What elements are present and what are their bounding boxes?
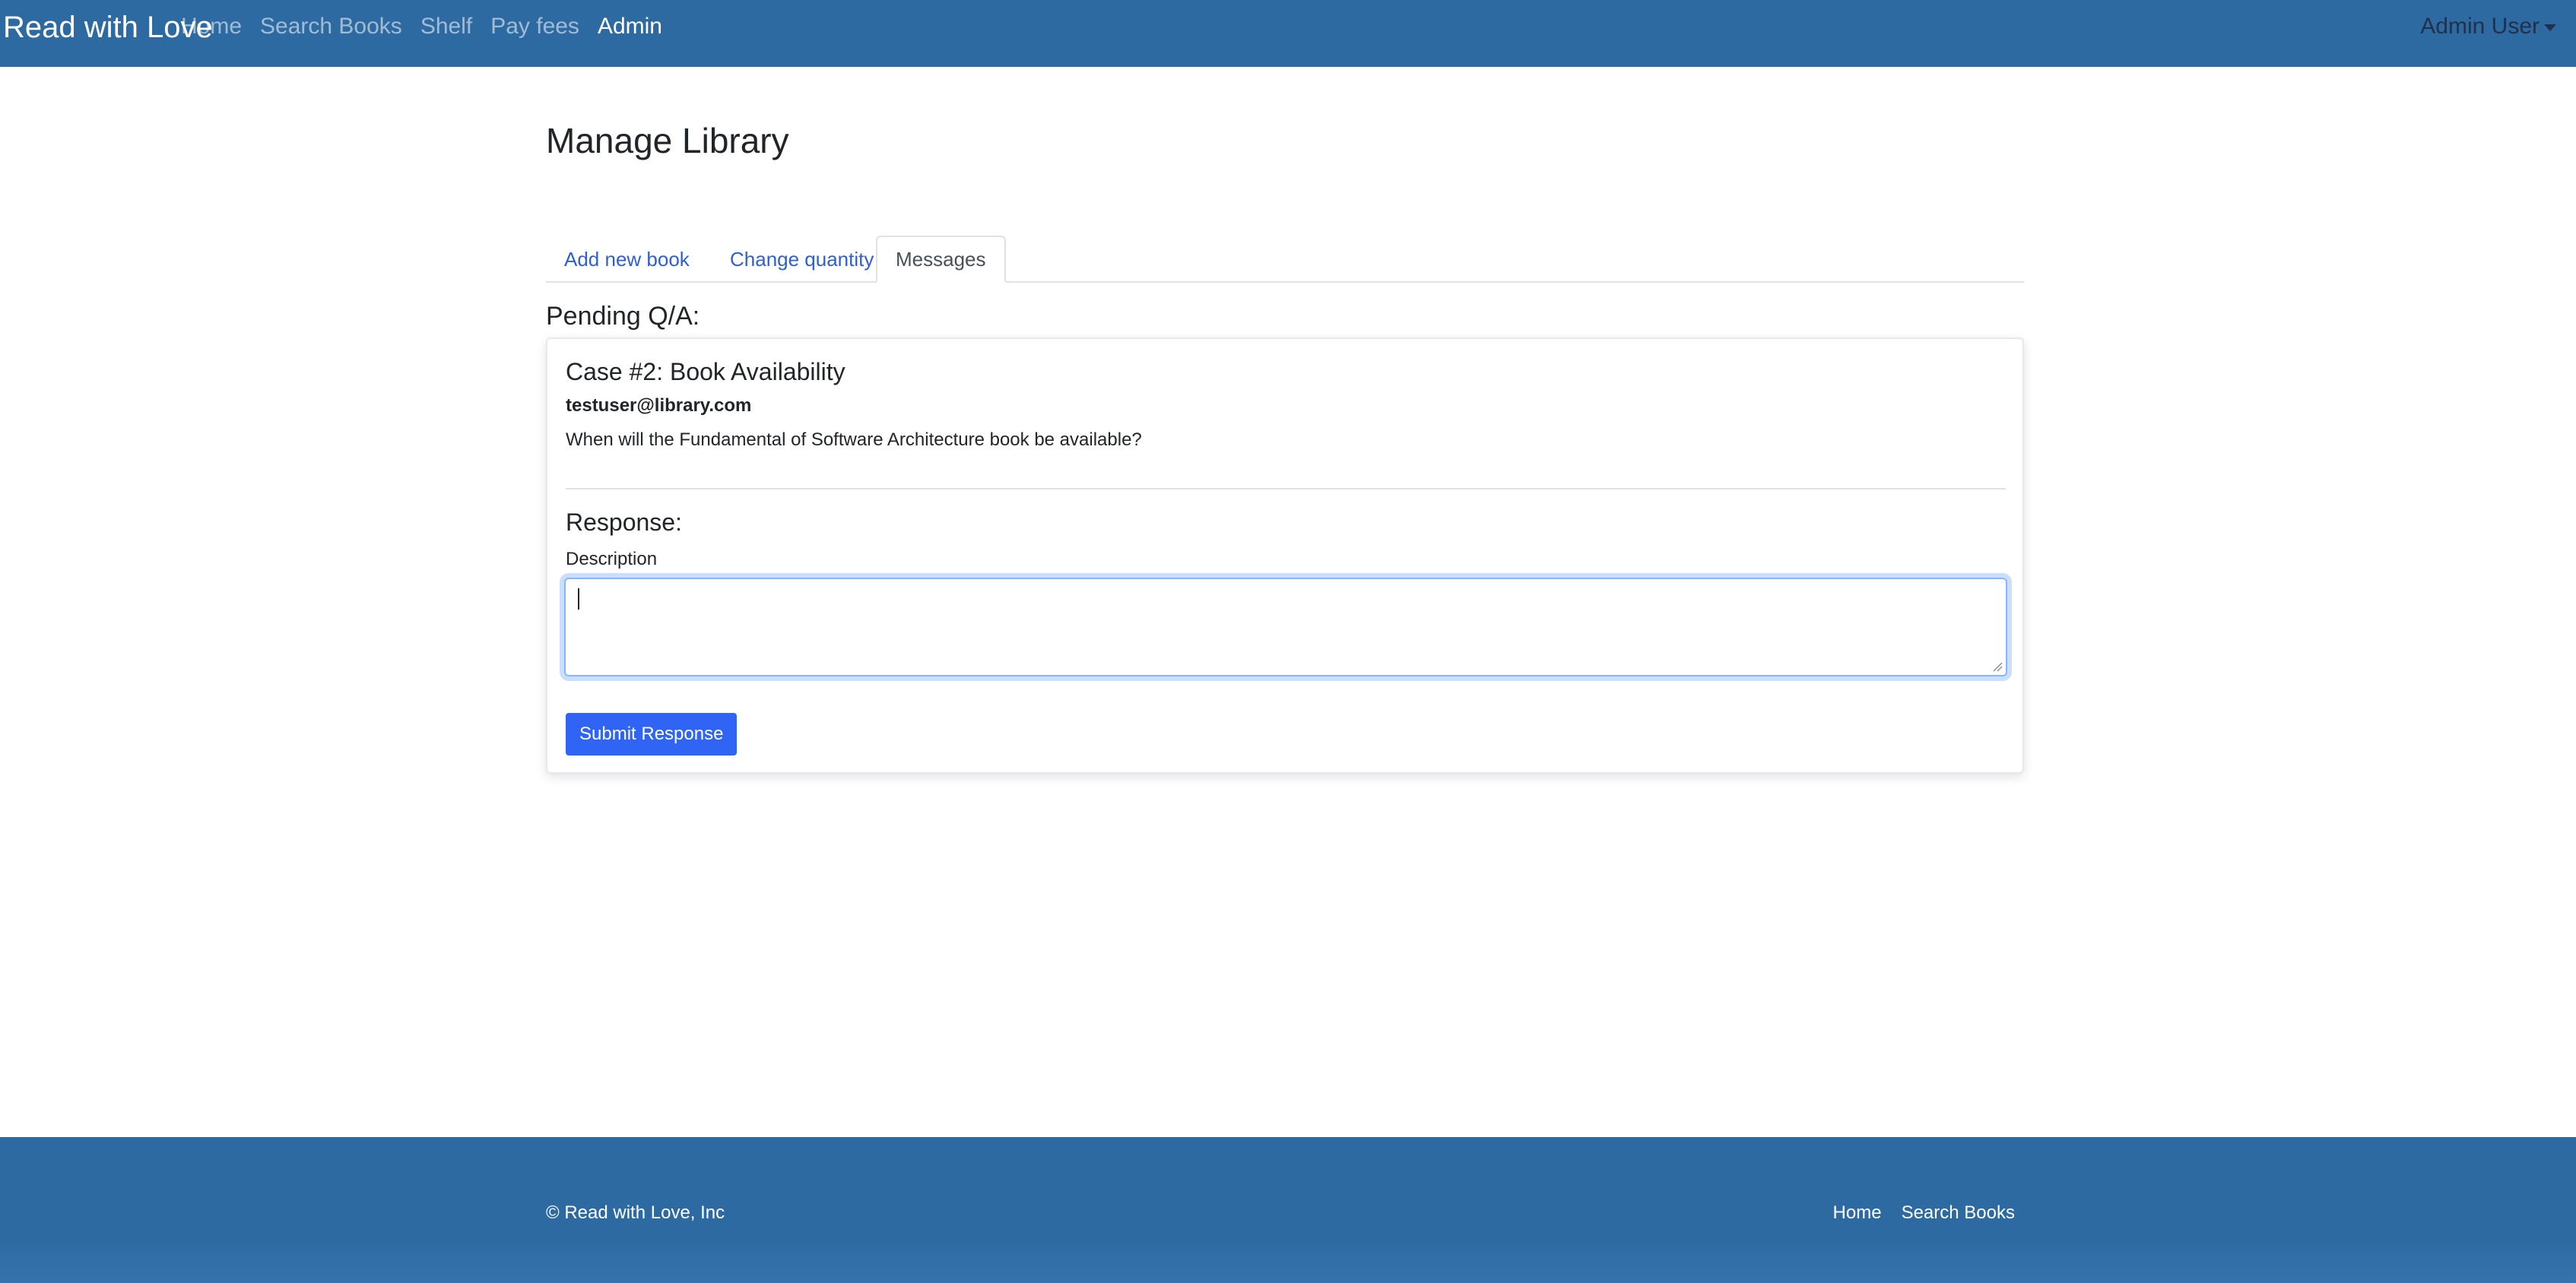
response-heading: Response: bbox=[566, 508, 682, 536]
card-divider bbox=[566, 488, 2006, 489]
submit-response-button[interactable]: Submit Response bbox=[566, 713, 738, 756]
nav-link-shelf[interactable]: Shelf bbox=[420, 14, 472, 40]
footer: © Read with Love, Inc Home Search Books bbox=[0, 1137, 2576, 1283]
case-title: Case #2: Book Availability bbox=[566, 358, 845, 385]
footer-link-home[interactable]: Home bbox=[1833, 1202, 1882, 1224]
footer-links: Home Search Books bbox=[1813, 1202, 2015, 1224]
message-card: Case #2: Book Availability testuser@libr… bbox=[546, 337, 2024, 774]
description-label: Description bbox=[566, 549, 658, 569]
tab-messages[interactable]: Messages bbox=[876, 236, 1006, 283]
text-cursor bbox=[578, 588, 579, 610]
page-title: Manage Library bbox=[546, 121, 789, 160]
footer-link-search-books[interactable]: Search Books bbox=[1902, 1202, 2015, 1224]
user-menu-label: Admin User bbox=[2420, 14, 2540, 39]
nav-link-pay-fees[interactable]: Pay fees bbox=[490, 14, 579, 40]
nav-links: Home Search Books Shelf Pay fees Admin bbox=[181, 14, 680, 40]
pending-qa-heading: Pending Q/A: bbox=[546, 302, 700, 331]
description-field-wrapper bbox=[564, 578, 2007, 676]
caret-down-icon bbox=[2544, 24, 2556, 31]
nav-link-admin[interactable]: Admin bbox=[598, 14, 662, 40]
tab-change-quantity[interactable]: Change quantity bbox=[712, 236, 892, 283]
case-question: When will the Fundamental of Software Ar… bbox=[566, 429, 1142, 450]
description-textarea[interactable] bbox=[564, 578, 2007, 676]
case-email: testuser@library.com bbox=[566, 395, 752, 416]
nav-link-home[interactable]: Home bbox=[181, 14, 242, 40]
footer-copyright: © Read with Love, Inc bbox=[546, 1202, 725, 1223]
user-menu-dropdown[interactable]: Admin User bbox=[2420, 14, 2556, 40]
tab-add-new-book[interactable]: Add new book bbox=[546, 236, 708, 283]
resize-grip-icon[interactable] bbox=[1992, 661, 2003, 672]
top-navbar: Read with Love Home Search Books Shelf P… bbox=[0, 0, 2576, 67]
nav-link-search-books[interactable]: Search Books bbox=[260, 14, 402, 40]
